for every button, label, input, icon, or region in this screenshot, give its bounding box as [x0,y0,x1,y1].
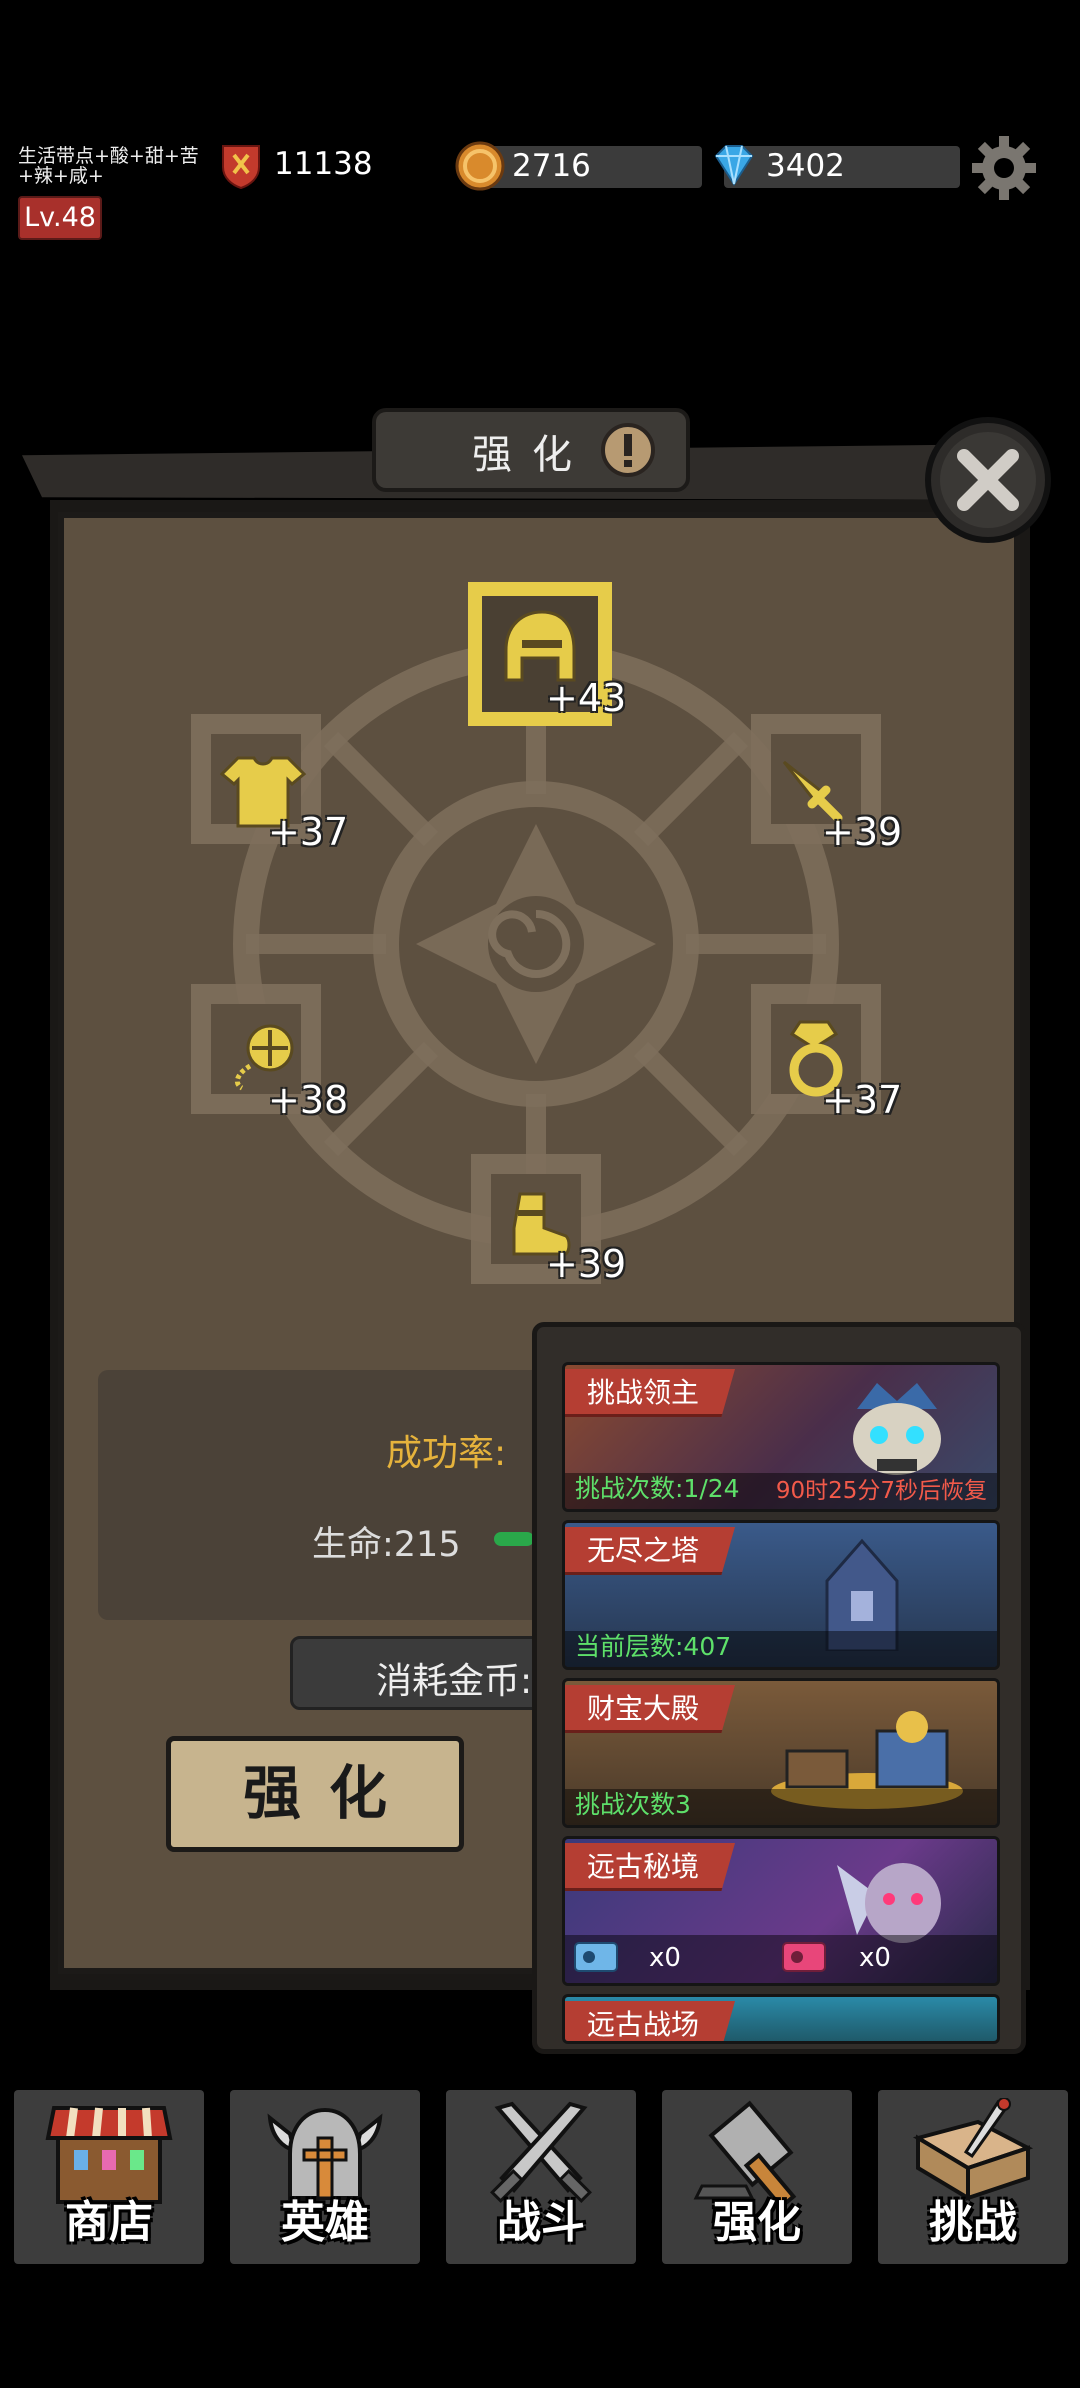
challenge-card-tower[interactable]: 无尽之塔 当前层数:407 [562,1520,1000,1670]
level-badge: Lv.48 [18,196,102,240]
helmet-level: +43 [546,676,627,720]
weapon-level: +39 [822,810,903,854]
hp-stat: 生命:215 [312,1525,461,1565]
cost-label: 消耗金币: [376,1661,533,1702]
tower-floor: 当前层数:407 [575,1632,732,1661]
nav-battle-label: 战斗 [497,2197,585,2248]
armor-level: +37 [268,810,349,854]
boots-level: +39 [546,1242,627,1286]
red-ticket-count: x0 [859,1943,891,1973]
stats-panel [98,1370,568,1620]
challenge-card-treasure[interactable]: 财宝大殿 挑战次数3 [562,1678,1000,1828]
nav-hero-label: 英雄 [281,2197,369,2248]
boss-attempts: 挑战次数:1/24 [575,1474,740,1503]
tower-title: 无尽之塔 [565,1527,736,1575]
combat-power-value: 11138 [274,146,373,182]
battlefield-title: 远古战场 [565,2001,736,2041]
settings-gear-icon[interactable] [968,132,1040,204]
nav-enhance[interactable]: 强化 [662,2090,852,2264]
secret-realm-footer: x0 x0 [565,1935,997,1983]
treasure-footer: 挑战次数3 [565,1789,997,1825]
nav-battle[interactable]: 战斗 [446,2090,636,2264]
info-icon[interactable] [600,422,656,478]
boss-recovery-timer: 90时25分7秒后恢复 [775,1478,987,1504]
treasure-title: 财宝大殿 [565,1685,736,1733]
nav-shop[interactable]: 商店 [14,2090,204,2264]
ring-level: +37 [822,1078,903,1122]
boss-title: 挑战领主 [565,1369,736,1417]
blue-ticket-count: x0 [649,1943,681,1973]
close-icon[interactable] [922,414,1054,546]
gold-coin-icon [455,141,505,191]
gold-value: 2716 [512,148,591,184]
enhance-button[interactable]: 强化 [166,1736,464,1852]
boss-footer: 挑战次数:1/24 90时25分7秒后恢复 [565,1473,997,1509]
combat-power-icon [222,145,260,189]
nav-enhance-label: 强化 [713,2197,801,2248]
panel-title: 强化 [472,432,592,478]
challenge-card-battlefield[interactable]: 远古战场 [562,1994,1000,2044]
nav-hero[interactable]: 英雄 [230,2090,420,2264]
nav-challenge[interactable]: 挑战 [878,2090,1068,2264]
amulet-level: +38 [268,1078,349,1122]
tower-footer: 当前层数:407 [565,1631,997,1667]
player-name: 生活带点+酸+甜+苦+辣+咸+ [18,145,199,187]
diamond-icon [714,145,754,186]
gem-value: 3402 [766,148,845,184]
secret-realm-title: 远古秘境 [565,1843,736,1891]
red-ticket-icon [782,1942,826,1972]
nav-shop-label: 商店 [65,2197,153,2248]
success-rate-label: 成功率: [386,1433,507,1474]
blue-ticket-icon [574,1942,618,1972]
treasure-attempts: 挑战次数3 [575,1790,691,1819]
challenge-card-boss[interactable]: 挑战领主 挑战次数:1/24 90时25分7秒后恢复 [562,1362,1000,1512]
nav-challenge-label: 挑战 [929,2197,1017,2248]
challenge-card-secret-realm[interactable]: 远古秘境 x0 x0 [562,1836,1000,1986]
hp-increase-bar [494,1532,534,1546]
